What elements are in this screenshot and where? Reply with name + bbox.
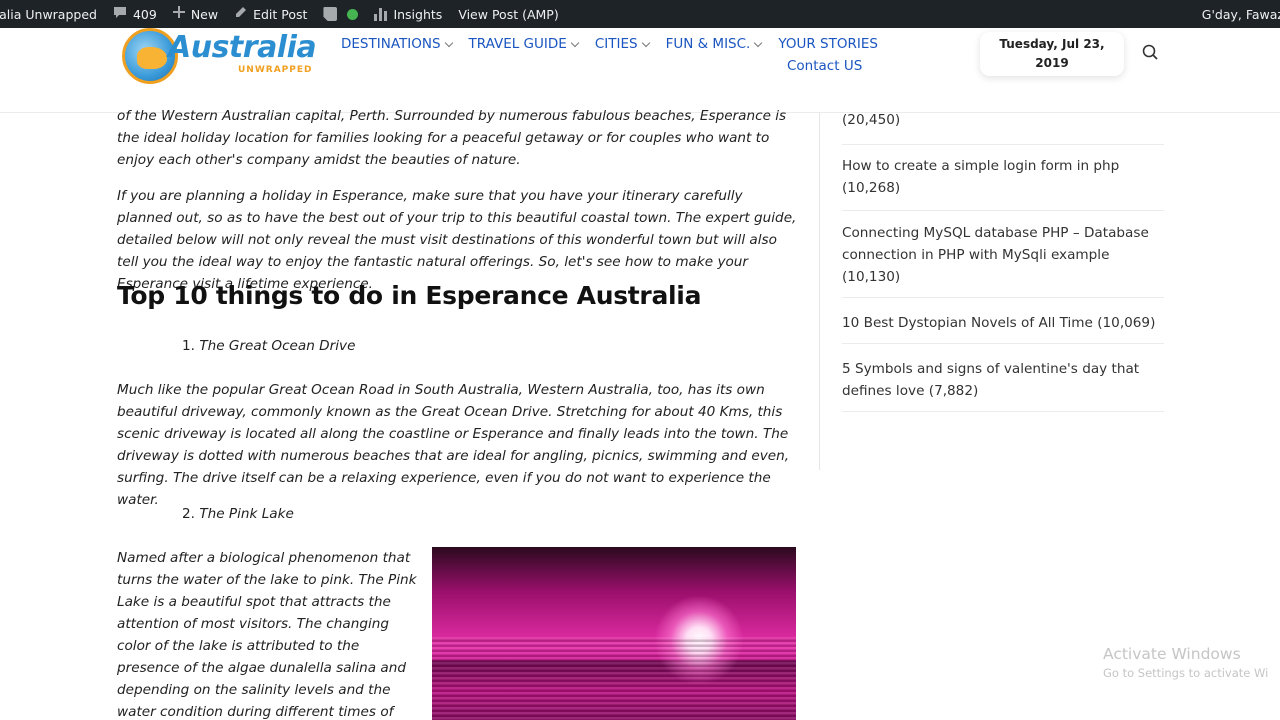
seo-status-dot-icon <box>347 8 359 20</box>
admin-yoast[interactable] <box>315 0 366 28</box>
list-item-title: The Pink Lake <box>199 506 294 522</box>
admin-account[interactable]: G'day, Fawaz <box>1202 0 1280 28</box>
popular-post-text: Connecting MySQL database PHP – Database… <box>842 225 1149 285</box>
yoast-icon <box>323 7 338 21</box>
pink-lake-paragraph: Named after a biological phenomenon that… <box>117 550 417 720</box>
search-icon <box>1142 44 1158 60</box>
activate-windows-watermark: Activate Windows Go to Settings to activ… <box>1103 645 1268 680</box>
logo-text: Australia <box>168 30 317 65</box>
insights-label: Insights <box>393 6 443 22</box>
logo-subtext: UNWRAPPED <box>238 65 313 75</box>
nav-your-stories[interactable]: YOUR STORIES <box>778 36 878 52</box>
nav-label: CITIES <box>594 36 638 52</box>
list-item-title: The Great Ocean Drive <box>199 338 356 354</box>
date-line-1: Tuesday, Jul 23, <box>999 37 1105 51</box>
nav-contact-us[interactable]: Contact US <box>787 58 862 74</box>
date-display: Tuesday, Jul 23, 2019 <box>980 32 1124 76</box>
chevron-down-icon <box>641 38 650 47</box>
comment-icon <box>113 6 127 23</box>
admin-site-label: ralia Unwrapped <box>0 6 97 22</box>
nav-label: Contact US <box>787 58 863 74</box>
list-item-2: 2. The Pink Lake <box>182 503 294 525</box>
nav-label: DESTINATIONS <box>341 36 441 52</box>
plus-icon <box>172 6 185 22</box>
popular-post-item[interactable]: 10 Best Dystopian Novels of All Time (10… <box>842 312 1164 344</box>
intro-paragraph: of the Western Australian capital, Perth… <box>117 108 787 168</box>
admin-view-post-amp[interactable]: View Post (AMP) <box>450 0 566 28</box>
site-logo[interactable]: Australia UNWRAPPED <box>120 24 317 88</box>
watermark-subtitle: Go to Settings to activate Wi <box>1103 666 1269 680</box>
site-header: Australia UNWRAPPED DESTINATIONS TRAVEL … <box>0 28 1280 113</box>
list-number: 1. <box>182 338 195 354</box>
popular-post-text: How to create a simple login form in php… <box>842 158 1120 196</box>
pencil-icon <box>234 6 247 23</box>
popular-post-item[interactable]: (20,450) <box>842 109 1164 145</box>
chevron-down-icon <box>570 38 580 47</box>
nav-travel-guide[interactable]: TRAVEL GUIDE <box>468 36 580 52</box>
comments-count: 409 <box>132 6 157 22</box>
new-label: New <box>190 6 219 22</box>
popular-post-text: 10 Best Dystopian Novels of All Time (10… <box>842 315 1156 331</box>
nav-destinations[interactable]: DESTINATIONS <box>341 36 453 52</box>
popular-post-item[interactable]: Connecting MySQL database PHP – Database… <box>842 222 1164 298</box>
popular-post-item[interactable]: How to create a simple login form in php… <box>842 155 1164 211</box>
sidebar-divider <box>819 113 820 470</box>
admin-insights[interactable]: Insights <box>366 0 450 28</box>
popular-post-text: 5 Symbols and signs of valentine's day t… <box>842 361 1140 399</box>
watermark-title: Activate Windows <box>1103 645 1241 663</box>
list-item-1: 1. The Great Ocean Drive <box>182 335 355 357</box>
main-nav: DESTINATIONS TRAVEL GUIDE CITIES FUN & M… <box>341 34 901 76</box>
pink-lake-image <box>432 547 796 720</box>
great-ocean-drive-paragraph: Much like the popular Great Ocean Road i… <box>117 382 790 508</box>
nav-cities[interactable]: CITIES <box>594 36 650 52</box>
insights-chart-icon <box>374 7 388 21</box>
planning-paragraph: If you are planning a holiday in Esperan… <box>117 188 797 292</box>
search-button[interactable] <box>1140 42 1162 64</box>
chevron-down-icon <box>754 38 763 47</box>
nav-label: YOUR STORIES <box>778 36 878 52</box>
list-number: 2. <box>182 506 195 522</box>
nav-label: FUN & MISC. <box>665 36 751 52</box>
nav-fun-misc[interactable]: FUN & MISC. <box>665 36 763 52</box>
lake-water <box>432 637 796 720</box>
date-line-2: 2019 <box>1035 56 1069 70</box>
greeting-text: G'day, Fawaz <box>1201 6 1280 22</box>
nav-label: TRAVEL GUIDE <box>468 36 567 52</box>
article-heading: Top 10 things to do in Esperance Austral… <box>117 281 702 310</box>
edit-post-label: Edit Post <box>253 6 308 22</box>
popular-post-item[interactable]: 5 Symbols and signs of valentine's day t… <box>842 358 1164 412</box>
chevron-down-icon <box>444 38 453 47</box>
view-post-label: View Post (AMP) <box>458 6 559 22</box>
admin-site-name[interactable]: ralia Unwrapped <box>0 0 105 28</box>
popular-post-text: (20,450) <box>842 112 901 128</box>
